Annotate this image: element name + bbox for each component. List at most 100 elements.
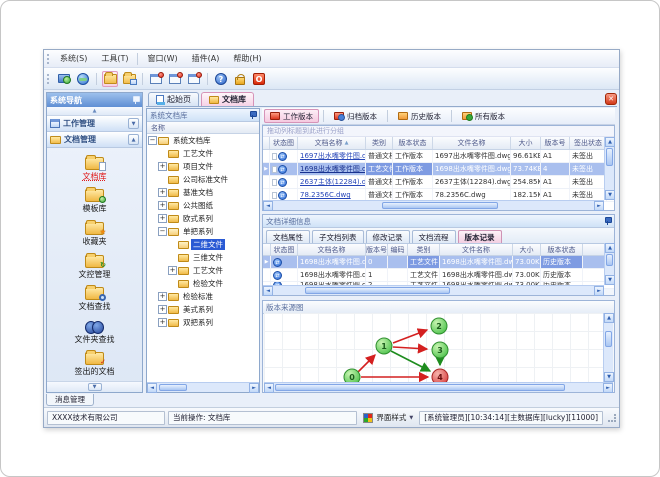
tree-node[interactable]: 公司标准文件	[147, 173, 259, 186]
tree-node[interactable]: 三维文件	[147, 251, 259, 264]
nav-collapse-strip[interactable]: ▲	[47, 107, 142, 116]
col-status[interactable]: 状态图	[270, 137, 298, 149]
col-category[interactable]: 类别	[366, 137, 393, 149]
lock-icon[interactable]	[232, 71, 248, 87]
scroll-thumb[interactable]	[305, 287, 450, 294]
tree-node[interactable]: 项目文件	[147, 160, 259, 173]
tree-node[interactable]: 工艺文件	[147, 147, 259, 160]
nav-group-docs[interactable]: 文档管理 ▲	[47, 132, 142, 148]
tree-node[interactable]: 系统文档库	[147, 134, 259, 147]
window-badge-icon-3[interactable]	[186, 71, 202, 87]
col-checkout[interactable]: 签出状态	[570, 137, 607, 149]
sidebar-item-folder-search[interactable]: 文件夹查找	[47, 316, 142, 349]
graph-vscrollbar[interactable]: ▲ ▼	[603, 313, 614, 382]
globe-icon[interactable]	[75, 71, 91, 87]
expand-icon[interactable]	[158, 318, 167, 327]
scroll-up-icon[interactable]: ▲	[605, 137, 615, 147]
table-row[interactable]: 2637主体(12284).dwg 普通文档 工作版本 2637主体(12284…	[263, 176, 614, 189]
tab-version-log[interactable]: 版本记录	[457, 230, 502, 243]
tree-node[interactable]: 美式系列	[147, 303, 259, 316]
tree-node[interactable]: 欧式系列	[147, 212, 259, 225]
doc-name-link[interactable]: 2637主体(12284).dwg	[298, 176, 366, 188]
menu-window[interactable]: 窗口(W)	[140, 51, 184, 66]
pin-icon[interactable]	[132, 96, 140, 104]
archive-version-button[interactable]: 归档版本	[328, 109, 383, 123]
scroll-right-icon[interactable]: ►	[249, 383, 259, 393]
col-size[interactable]: 大小	[511, 137, 541, 149]
tree-node[interactable]: 单把系列	[147, 225, 259, 238]
menu-plugins[interactable]: 插件(A)	[185, 51, 227, 66]
scroll-left-icon[interactable]: ◄	[263, 201, 273, 211]
expand-icon[interactable]	[158, 292, 167, 301]
window-badge-icon-2[interactable]	[167, 71, 183, 87]
expand-icon[interactable]	[158, 162, 167, 171]
tree-node[interactable]: 双把系列	[147, 316, 259, 329]
table-row[interactable]: 1697出水嘴零件图.dwg 普通文档 工作版本 1697出水嘴零件图.dwg …	[263, 150, 614, 163]
sidebar-item-doc-search[interactable]: 文档查找	[47, 283, 142, 316]
ui-style-button[interactable]: 界面样式 ▼	[360, 412, 416, 423]
scroll-up-icon[interactable]: ▲	[604, 313, 614, 323]
scroll-down-icon[interactable]: ▼	[604, 372, 614, 382]
scroll-thumb[interactable]	[605, 331, 612, 347]
resize-grip[interactable]	[608, 413, 616, 422]
table-row[interactable]: 1698出水嘴零件图.dwg 1 工艺文件 1698出水嘴零件图.dwg 73.…	[263, 269, 614, 282]
scroll-up-icon[interactable]: ▲	[605, 243, 615, 253]
screen-icon[interactable]	[56, 71, 72, 87]
tree-column-header[interactable]: 名称	[147, 122, 259, 134]
scroll-right-icon[interactable]: ►	[603, 383, 613, 393]
scroll-thumb[interactable]	[275, 384, 565, 391]
folder-open-icon[interactable]	[102, 70, 118, 87]
scroll-left-icon[interactable]: ◄	[264, 383, 274, 393]
col-version-state[interactable]: 版本状态	[393, 137, 433, 149]
collapse-icon[interactable]	[158, 227, 167, 236]
tree-node[interactable]: 检验标准	[147, 290, 259, 303]
sidebar-item-templates[interactable]: 模板库	[47, 186, 142, 219]
menu-tools[interactable]: 工具(T)	[94, 51, 135, 66]
tree-hscrollbar[interactable]: ◄ ►	[147, 382, 259, 393]
window-badge-icon-1[interactable]	[148, 71, 164, 87]
table-row-selected[interactable]: ▶ 1698出水嘴零件图.dwg 工艺文件 工作版本 1698出水嘴零件图.dw…	[263, 163, 614, 176]
doc-name-link[interactable]: 1698出水嘴零件图.dwg	[298, 163, 366, 175]
tree-node[interactable]: 基准文档	[147, 186, 259, 199]
expand-icon[interactable]	[168, 266, 177, 275]
col-file-name[interactable]: 文件名称	[433, 137, 511, 149]
folder-grid-icon[interactable]	[121, 71, 137, 87]
tab-doc-flow[interactable]: 文档流程	[411, 230, 456, 243]
version-graph-area[interactable]: 0 1 2 3 4 ▲ ▼	[264, 313, 614, 386]
tree-node[interactable]: 工艺文件	[147, 264, 259, 277]
expand-icon[interactable]	[158, 201, 167, 210]
sidebar-item-checked-out[interactable]: ✓ 签出的文档	[47, 348, 142, 381]
tab-start-page[interactable]: 起始页	[148, 92, 199, 106]
tree-node[interactable]: 公共图纸	[147, 199, 259, 212]
doc-name-link[interactable]: 1697出水嘴零件图.dwg	[298, 150, 366, 162]
chevron-up-icon[interactable]: ▲	[128, 134, 139, 145]
sidebar-item-doclib[interactable]: 文档库	[47, 153, 142, 186]
scroll-thumb[interactable]	[606, 254, 613, 266]
scroll-thumb[interactable]	[159, 384, 187, 391]
menu-help[interactable]: 帮助(H)	[226, 51, 268, 66]
scroll-left-icon[interactable]: ◄	[147, 383, 157, 393]
scroll-right-icon[interactable]: ►	[594, 201, 604, 211]
tab-message-manager[interactable]: 消息管理	[46, 394, 94, 406]
nav-group-work[interactable]: 工作管理 ▼	[47, 116, 142, 132]
tab-doc-props[interactable]: 文档属性	[266, 230, 310, 243]
all-version-button[interactable]: 所有版本	[456, 109, 511, 123]
chevron-down-icon[interactable]: ▼	[87, 383, 102, 391]
scroll-down-icon[interactable]: ▼	[605, 275, 615, 285]
grid-vscrollbar[interactable]: ▲ ▼	[604, 137, 615, 200]
tree-node-selected[interactable]: 二维文件	[147, 238, 259, 251]
scroll-left-icon[interactable]: ◄	[263, 286, 273, 296]
detail-hscrollbar[interactable]: ◄ ►	[263, 285, 604, 296]
expand-icon[interactable]	[158, 305, 167, 314]
nav-panel-header[interactable]: 系统导航	[47, 93, 142, 107]
pin-icon[interactable]	[249, 111, 257, 119]
sidebar-item-favorites[interactable]: ★ 收藏夹	[47, 218, 142, 251]
scroll-right-icon[interactable]: ►	[594, 286, 604, 296]
detail-vscrollbar[interactable]: ▲ ▼	[604, 243, 615, 285]
tab-change-log[interactable]: 修改记录	[365, 230, 410, 243]
help-icon[interactable]: ?	[213, 71, 229, 87]
work-version-button[interactable]: 工作版本	[264, 109, 319, 123]
menu-system[interactable]: 系统(S)	[53, 51, 94, 66]
scroll-thumb[interactable]	[382, 202, 498, 209]
scroll-thumb[interactable]	[606, 148, 613, 166]
